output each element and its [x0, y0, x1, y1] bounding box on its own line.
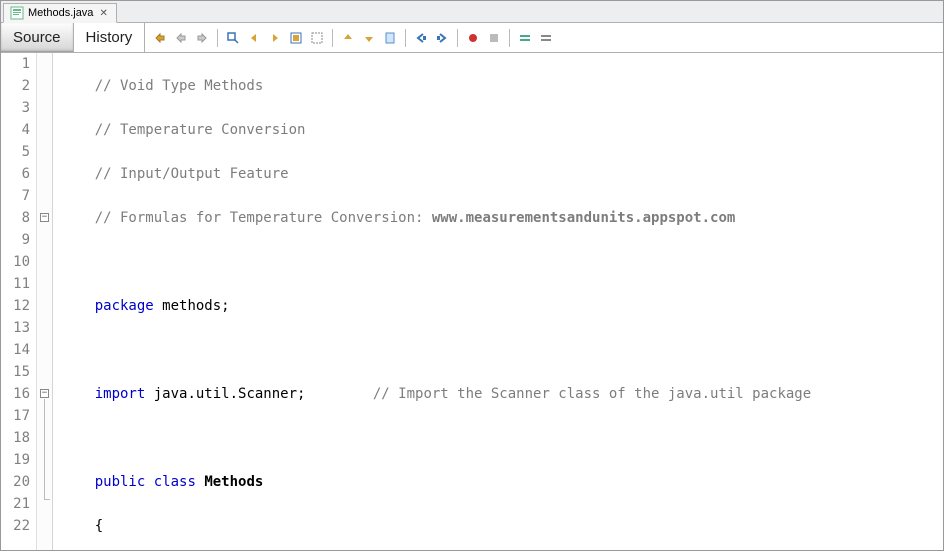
line-number: 19: [1, 449, 30, 471]
close-tab-icon[interactable]: ✕: [97, 8, 109, 19]
find-next-icon[interactable]: [266, 29, 284, 47]
find-selection-icon[interactable]: [224, 29, 242, 47]
java-file-icon: [10, 6, 24, 20]
line-number: 11: [1, 273, 30, 295]
comment-icon[interactable]: [516, 29, 534, 47]
line-number: 4: [1, 119, 30, 141]
line-number: 5: [1, 141, 30, 163]
line-number: 10: [1, 251, 30, 273]
toggle-bookmark-icon[interactable]: [381, 29, 399, 47]
line-number: 3: [1, 97, 30, 119]
line-number: 21: [1, 493, 30, 515]
shift-left-icon[interactable]: [412, 29, 430, 47]
file-tab-label: Methods.java: [28, 7, 93, 19]
line-number: 1: [1, 53, 30, 75]
code-editor[interactable]: 12345678910111213141516171819202122 − − …: [1, 53, 943, 550]
line-number: 9: [1, 229, 30, 251]
tab-history[interactable]: History: [74, 23, 146, 52]
forward-icon[interactable]: [193, 29, 211, 47]
fold-guide-line: [44, 399, 45, 499]
file-tab-strip: Methods.java ✕: [1, 1, 943, 23]
toolbar-separator: [509, 29, 510, 47]
line-number-gutter: 12345678910111213141516171819202122: [1, 53, 37, 550]
prev-bookmark-icon[interactable]: [339, 29, 357, 47]
toolbar-separator: [405, 29, 406, 47]
uncomment-icon[interactable]: [537, 29, 555, 47]
macro-record-icon[interactable]: [464, 29, 482, 47]
code-content[interactable]: // Void Type Methods // Temperature Conv…: [53, 53, 943, 550]
back-icon[interactable]: [172, 29, 190, 47]
toggle-rect-select-icon[interactable]: [308, 29, 326, 47]
line-number: 20: [1, 471, 30, 493]
toolbar-separator: [217, 29, 218, 47]
line-number: 8: [1, 207, 30, 229]
line-number: 6: [1, 163, 30, 185]
line-number: 16: [1, 383, 30, 405]
toolbar-separator: [332, 29, 333, 47]
find-prev-icon[interactable]: [245, 29, 263, 47]
file-tab-methods[interactable]: Methods.java ✕: [3, 3, 117, 23]
macro-stop-icon[interactable]: [485, 29, 503, 47]
fold-toggle-icon[interactable]: −: [40, 389, 49, 398]
editor-subtab-row: Source History: [1, 23, 943, 53]
line-number: 7: [1, 185, 30, 207]
toolbar-separator: [457, 29, 458, 47]
line-number: 18: [1, 427, 30, 449]
tab-source[interactable]: Source: [1, 23, 74, 52]
line-number: 22: [1, 515, 30, 537]
shift-right-icon[interactable]: [433, 29, 451, 47]
next-bookmark-icon[interactable]: [360, 29, 378, 47]
fold-toggle-icon[interactable]: −: [40, 213, 49, 222]
line-number: 13: [1, 317, 30, 339]
fold-end-marker: [44, 499, 50, 500]
line-number: 17: [1, 405, 30, 427]
editor-toolbar: [145, 23, 555, 52]
toggle-highlight-icon[interactable]: [287, 29, 305, 47]
line-number: 2: [1, 75, 30, 97]
last-edit-icon[interactable]: [151, 29, 169, 47]
line-number: 15: [1, 361, 30, 383]
line-number: 14: [1, 339, 30, 361]
fold-gutter: − −: [37, 53, 53, 550]
line-number: 12: [1, 295, 30, 317]
